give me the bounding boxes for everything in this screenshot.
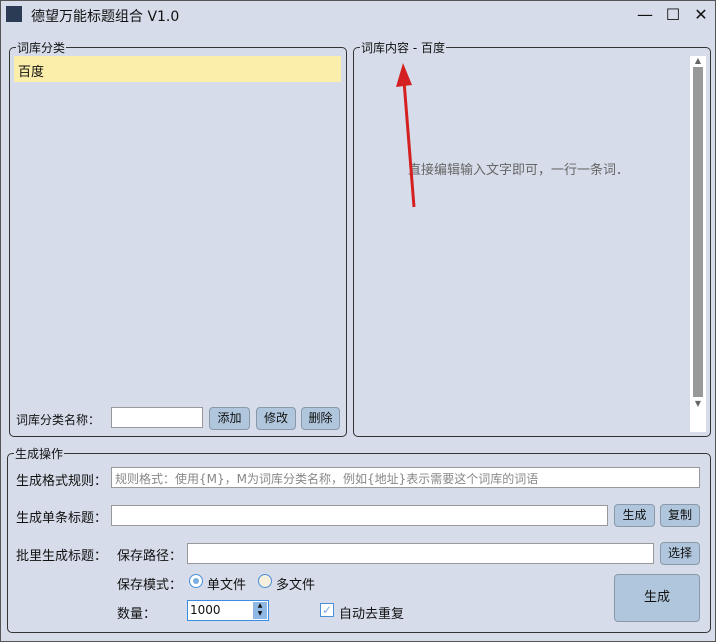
red-arrow-annotation xyxy=(396,63,416,208)
copy-button[interactable]: 复制 xyxy=(660,504,700,527)
generate-legend: 生成操作 xyxy=(15,447,64,461)
category-item[interactable]: 百度 xyxy=(14,56,341,82)
category-name-label: 词库分类名称： xyxy=(16,413,101,427)
batch-label: 批里生成标题： xyxy=(16,549,108,564)
category-panel: 词库分类 xyxy=(9,39,347,437)
count-stepper[interactable]: 1000 ▲ ▼ xyxy=(187,600,269,621)
path-label: 保存路径： xyxy=(117,549,183,564)
window-title: 德望万能标题组合 V1.0 xyxy=(31,9,180,25)
batch-generate-button[interactable]: 生成 xyxy=(614,574,700,622)
mode-multi-label[interactable]: 多文件 xyxy=(276,574,315,593)
mode-multi-radio[interactable] xyxy=(258,574,272,588)
add-button[interactable]: 添加 xyxy=(209,407,250,430)
single-title-input[interactable] xyxy=(111,505,608,526)
category-name-input[interactable] xyxy=(111,407,203,428)
content-scrollbar[interactable]: ▲ ▼ xyxy=(690,56,706,432)
minimize-button[interactable]: — xyxy=(633,5,657,25)
category-legend: 词库分类 xyxy=(17,41,66,55)
maximize-button[interactable]: ☐ xyxy=(661,5,685,25)
content-hint[interactable]: 直接编辑输入文字即可，一行一条词． xyxy=(408,159,629,178)
single-generate-button[interactable]: 生成 xyxy=(614,504,655,527)
mode-single-label[interactable]: 单文件 xyxy=(207,574,246,593)
choose-button[interactable]: 选择 xyxy=(660,542,700,565)
app-icon xyxy=(6,6,22,22)
count-label: 数量： xyxy=(117,607,157,622)
edit-button[interactable]: 修改 xyxy=(256,407,296,430)
rule-input[interactable]: 规则格式：使用{M}，M为词库分类名称，例如{地址}表示需要这个词库的词语 xyxy=(111,467,700,488)
path-input[interactable] xyxy=(187,543,654,564)
mode-single-radio[interactable] xyxy=(189,574,203,588)
single-title-label: 生成单条标题： xyxy=(16,511,108,526)
rule-label: 生成格式规则： xyxy=(16,474,108,489)
count-value[interactable]: 1000 xyxy=(190,603,221,617)
dedupe-label[interactable]: 自动去重复 xyxy=(339,603,404,622)
delete-button[interactable]: 删除 xyxy=(301,407,340,430)
content-legend: 词库内容 - 百度 xyxy=(361,41,445,55)
mode-label: 保存模式： xyxy=(117,578,183,593)
dedupe-checkbox[interactable]: ✓ xyxy=(320,603,334,617)
stepper-arrows-icon[interactable]: ▲ ▼ xyxy=(253,602,267,619)
close-button[interactable]: ✕ xyxy=(689,5,713,25)
